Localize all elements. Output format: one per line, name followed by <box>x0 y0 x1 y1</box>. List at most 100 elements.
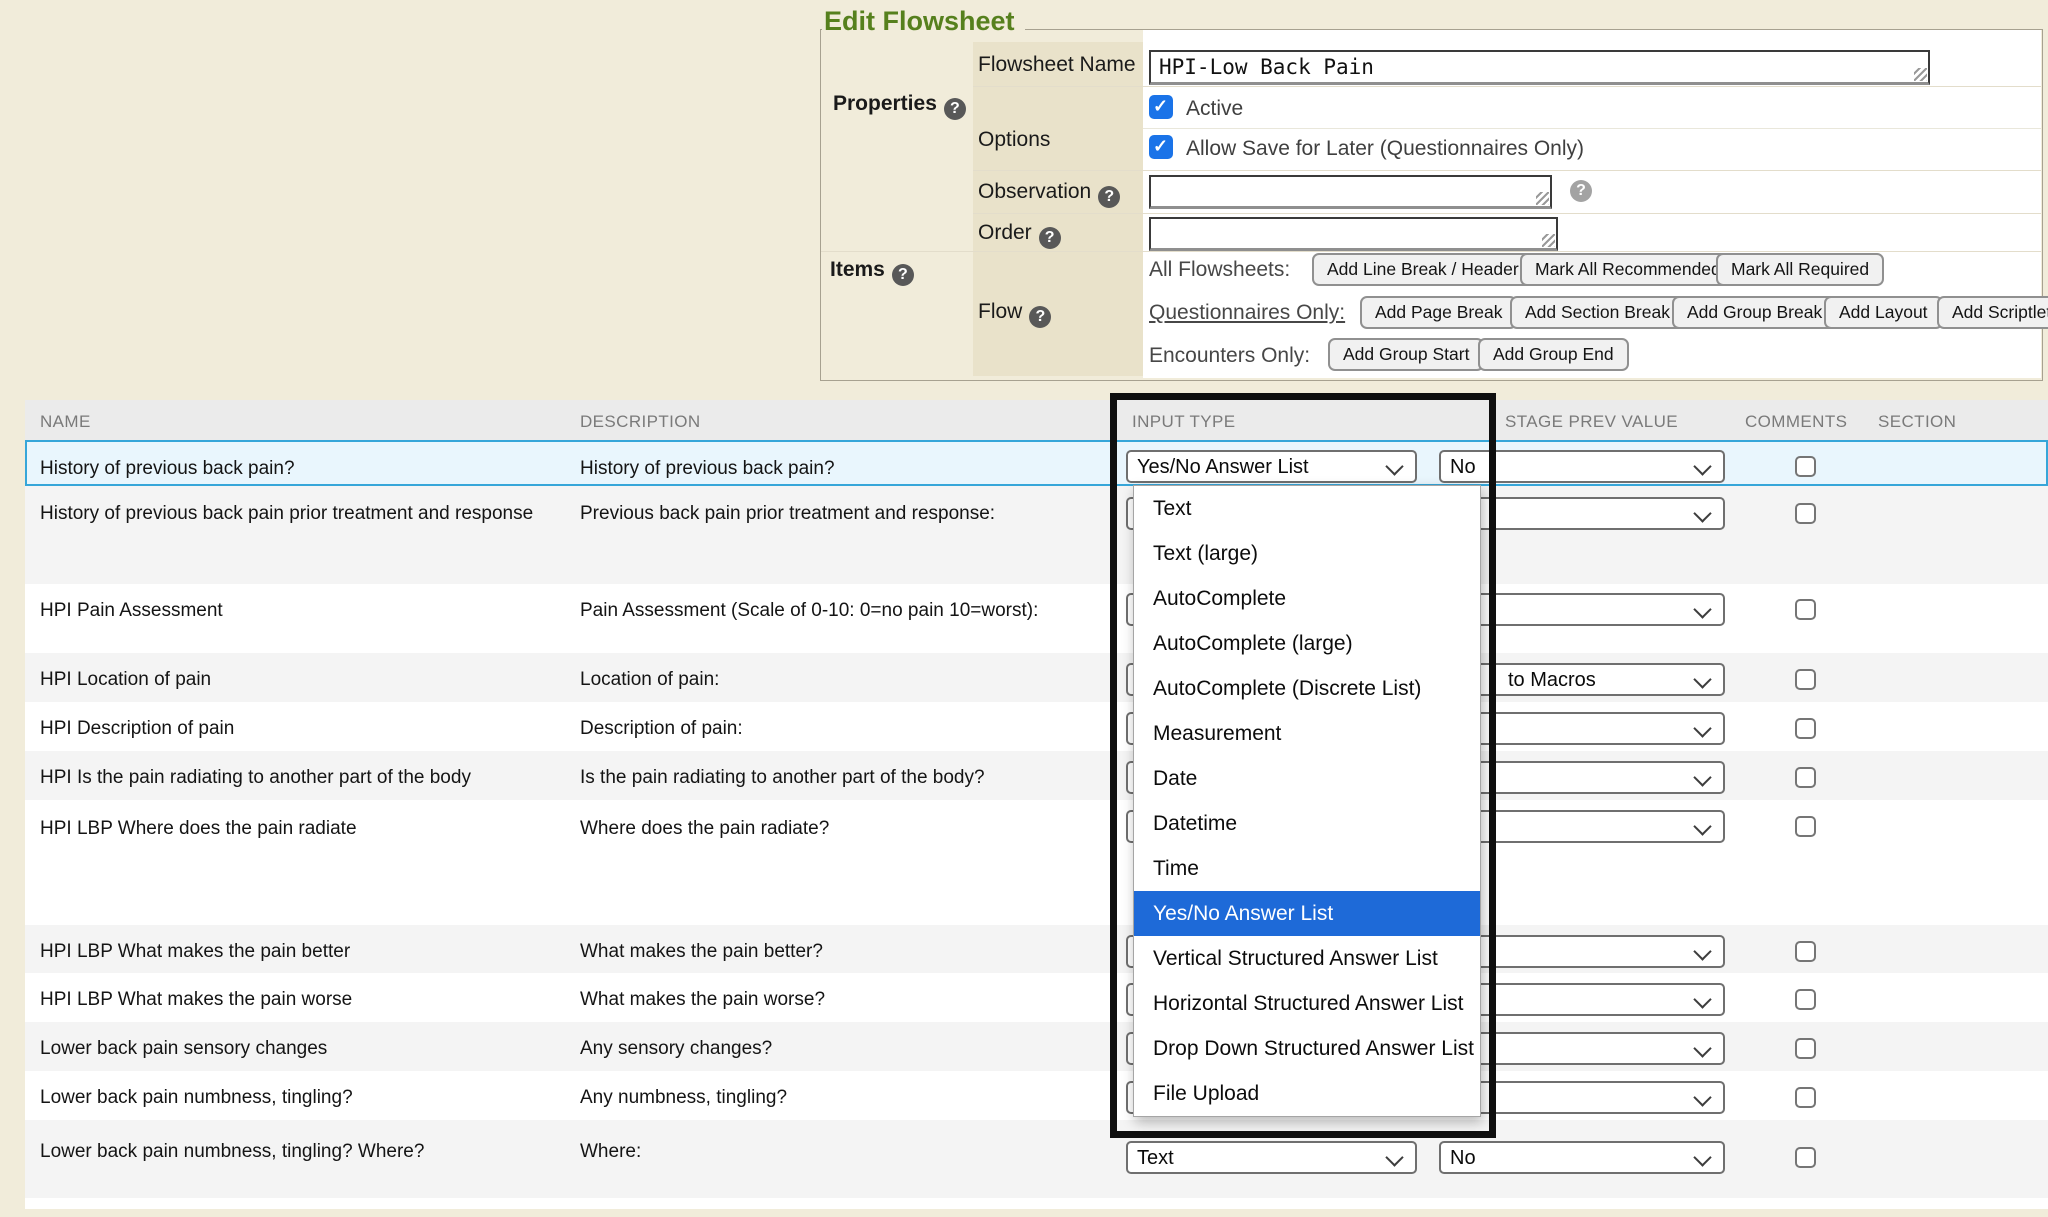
active-checkbox[interactable] <box>1149 95 1173 119</box>
row-description: Previous back pain prior treatment and r… <box>580 500 1070 528</box>
input-type-select[interactable]: Yes/No Answer List <box>1126 450 1417 483</box>
table-row[interactable]: HPI Location of pain Location of pain: <box>25 653 2048 702</box>
input-type-select[interactable]: Text <box>1126 1141 1417 1174</box>
stage-prev-value-select[interactable] <box>1439 1032 1725 1065</box>
flow-help-icon[interactable]: ? <box>1029 306 1051 328</box>
add-layout-button[interactable]: Add Layout <box>1824 296 1943 329</box>
table-row[interactable]: HPI Description of pain Description of p… <box>25 702 2048 751</box>
comments-checkbox[interactable] <box>1795 767 1816 788</box>
flowsheet-name-label: Flowsheet Name <box>978 53 1136 77</box>
flowsheet-name-input[interactable]: HPI-Low Back Pain <box>1149 50 1930 85</box>
comments-checkbox[interactable] <box>1795 456 1816 477</box>
observation-help-icon[interactable]: ? <box>1098 186 1120 208</box>
add-scriptlet-button[interactable]: Add Scriptlet <box>1937 296 2048 329</box>
dropdown-item[interactable]: AutoComplete (Discrete List) <box>1134 666 1480 711</box>
comments-checkbox[interactable] <box>1795 599 1816 620</box>
row-name: Lower back pain numbness, tingling? Wher… <box>40 1138 580 1165</box>
observation-label: Observation? <box>978 180 1120 208</box>
stage-prev-value-select[interactable] <box>1439 593 1725 626</box>
chevron-down-icon <box>1693 817 1711 835</box>
dropdown-item-selected[interactable]: Yes/No Answer List <box>1134 891 1480 936</box>
add-line-break-header-button[interactable]: Add Line Break / Header <box>1312 253 1534 286</box>
row-name: Lower back pain numbness, tingling? <box>40 1084 580 1111</box>
dropdown-item[interactable]: Measurement <box>1134 711 1480 756</box>
flow-label: Flow? <box>978 300 1051 328</box>
row-description: History of previous back pain? <box>580 455 1070 483</box>
chevron-down-icon <box>1693 768 1711 786</box>
comments-checkbox[interactable] <box>1795 718 1816 739</box>
table-row[interactable]: HPI LBP Where does the pain radiate Wher… <box>25 800 2048 925</box>
stage-prev-value-select[interactable] <box>1439 1081 1725 1114</box>
comments-checkbox[interactable] <box>1795 816 1816 837</box>
add-group-end-button[interactable]: Add Group End <box>1478 338 1629 371</box>
header-comments: COMMENTS <box>1745 412 1847 432</box>
items-help-icon[interactable]: ? <box>892 264 914 286</box>
row-name: History of previous back pain? <box>40 455 580 482</box>
stage-prev-value-select[interactable] <box>1439 983 1725 1016</box>
order-input[interactable] <box>1149 217 1558 251</box>
dropdown-item[interactable]: Datetime <box>1134 801 1480 846</box>
row-description: Any numbness, tingling? <box>580 1084 1070 1112</box>
table-row[interactable]: HPI Pain Assessment Pain Assessment (Sca… <box>25 584 2048 653</box>
flow-label-text: Flow <box>978 300 1022 323</box>
allow-save-checkbox[interactable] <box>1149 135 1173 159</box>
add-section-break-button[interactable]: Add Section Break <box>1510 296 1685 329</box>
stage-prev-value-select[interactable] <box>1439 935 1725 968</box>
stage-prev-value-select[interactable] <box>1439 761 1725 794</box>
comments-checkbox[interactable] <box>1795 1147 1816 1168</box>
comments-checkbox[interactable] <box>1795 941 1816 962</box>
chevron-down-icon <box>1693 670 1711 688</box>
comments-checkbox[interactable] <box>1795 1038 1816 1059</box>
mark-all-recommended-button[interactable]: Mark All Recommended <box>1520 253 1736 286</box>
table-row[interactable]: HPI Is the pain radiating to another par… <box>25 751 2048 800</box>
stage-prev-value-select[interactable] <box>1439 712 1725 745</box>
properties-label: Properties? <box>833 92 966 120</box>
table-row[interactable]: Lower back pain numbness, tingling? Wher… <box>25 1120 2048 1198</box>
edit-flowsheet-page: Edit Flowsheet Properties? Items? Flowsh… <box>0 0 2048 1217</box>
chevron-down-icon <box>1693 1039 1711 1057</box>
dropdown-item[interactable]: Text (large) <box>1134 531 1480 576</box>
dropdown-item[interactable]: Date <box>1134 756 1480 801</box>
comments-checkbox[interactable] <box>1795 989 1816 1010</box>
mark-all-required-button[interactable]: Mark All Required <box>1716 253 1884 286</box>
order-help-icon[interactable]: ? <box>1039 227 1061 249</box>
table-row[interactable]: HPI LBP What makes the pain better What … <box>25 925 2048 973</box>
stage-prev-value-select[interactable] <box>1439 810 1725 843</box>
stage-prev-value-select[interactable]: No <box>1439 1141 1725 1174</box>
table-row[interactable]: Lower back pain numbness, tingling? Any … <box>25 1071 2048 1120</box>
comments-checkbox[interactable] <box>1795 1087 1816 1108</box>
observation-help-icon-2[interactable]: ? <box>1570 180 1592 202</box>
add-page-break-button[interactable]: Add Page Break <box>1360 296 1517 329</box>
chevron-down-icon <box>1693 719 1711 737</box>
dropdown-item[interactable]: Time <box>1134 846 1480 891</box>
dropdown-item[interactable]: Vertical Structured Answer List <box>1134 936 1480 981</box>
table-row[interactable]: Lower back pain sensory changes Any sens… <box>25 1022 2048 1071</box>
dropdown-item[interactable]: File Upload <box>1134 1071 1480 1116</box>
dropdown-item[interactable]: Horizontal Structured Answer List <box>1134 981 1480 1026</box>
stage-prev-value-select[interactable]: to Macros <box>1439 663 1725 696</box>
header-input-type: INPUT TYPE <box>1132 412 1236 432</box>
comments-checkbox[interactable] <box>1795 669 1816 690</box>
stage-prev-value-select[interactable]: No <box>1439 450 1725 483</box>
dropdown-item[interactable]: AutoComplete <box>1134 576 1480 621</box>
row-description: Location of pain: <box>580 666 1070 694</box>
dropdown-item[interactable]: AutoComplete (large) <box>1134 621 1480 666</box>
table-row[interactable]: History of previous back pain prior trea… <box>25 486 2048 584</box>
properties-help-icon[interactable]: ? <box>944 98 966 120</box>
add-group-break-button[interactable]: Add Group Break <box>1672 296 1837 329</box>
stage-prev-value-select[interactable] <box>1439 497 1725 530</box>
comments-checkbox[interactable] <box>1795 503 1816 524</box>
resize-grip-icon[interactable] <box>1536 192 1549 205</box>
input-type-dropdown: Text Text (large) AutoComplete AutoCompl… <box>1133 485 1481 1117</box>
add-group-start-button[interactable]: Add Group Start <box>1328 338 1484 371</box>
row-description: Any sensory changes? <box>580 1035 1070 1063</box>
questionnaires-only-label: Questionnaires Only: <box>1149 301 1345 325</box>
dropdown-item[interactable]: Text <box>1134 486 1480 531</box>
row-name: Lower back pain sensory changes <box>40 1035 580 1062</box>
dropdown-item[interactable]: Drop Down Structured Answer List <box>1134 1026 1480 1071</box>
table-row[interactable]: HPI LBP What makes the pain worse What m… <box>25 973 2048 1022</box>
observation-input[interactable] <box>1149 175 1552 209</box>
resize-grip-icon[interactable] <box>1542 234 1555 247</box>
table-row[interactable]: History of previous back pain? History o… <box>25 440 2048 486</box>
resize-grip-icon[interactable] <box>1914 68 1927 81</box>
